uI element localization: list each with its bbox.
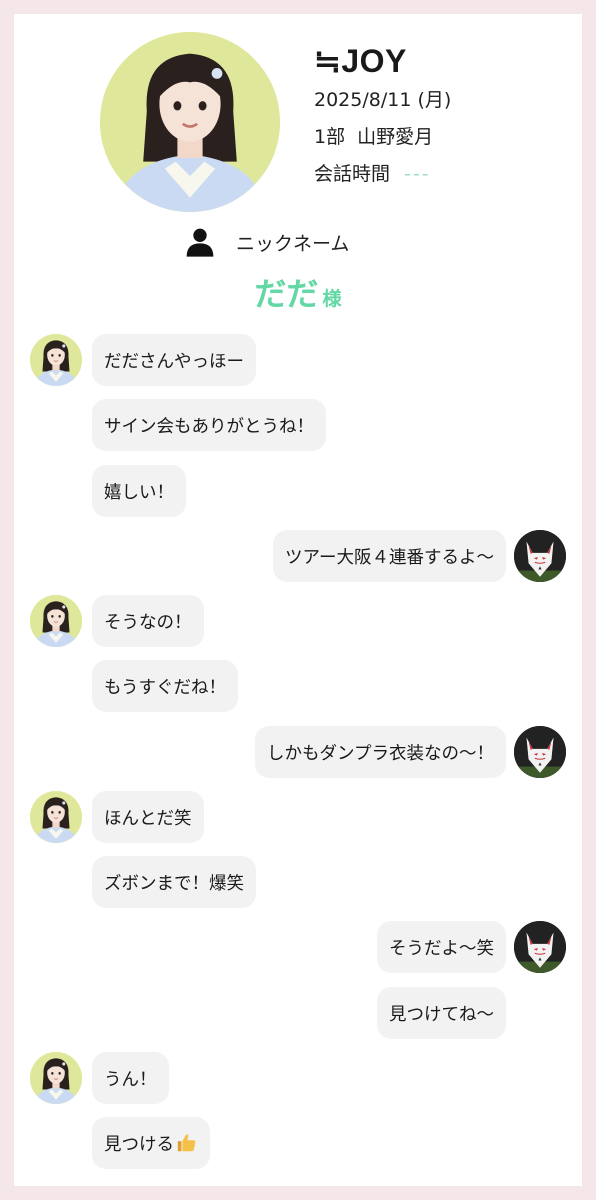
message-text: そうなの！ [104,612,192,633]
message-text: ほんとだ笑 [104,808,192,829]
message-bubble: うん！ [92,1052,169,1104]
user-avatar [514,921,566,973]
message-text: 嬉しい！ [104,482,174,503]
message-text: 見つけてね〜 [389,1004,494,1025]
message-bubble: ズボンまで！爆笑 [92,856,256,908]
message-bubble: 見つけてね〜 [377,987,506,1039]
talk-time: 会話時間 --- [314,156,451,193]
person-icon [186,228,214,257]
message-bubble: だださんやっほー [92,334,256,386]
message-bubble: ツアー大阪４連番するよ〜 [273,530,506,582]
nickname-value: だだ [254,275,319,313]
event-date: 2025/8/11 (月) [314,89,452,111]
nickname-label: ニックネーム [236,232,350,255]
message-bubble: 嬉しい！ [92,465,186,517]
nickname-suffix: 様 [322,288,342,310]
thumbs-up-icon [177,1134,196,1152]
idol-avatar [30,595,82,647]
profile-avatar [100,32,280,212]
message-text: サイン会もありがとうね！ [104,416,314,437]
user-avatar [514,530,566,582]
chat-card: ≒JOY 2025/8/11 (月) 1部 山野愛月 会話時間 --- ニックネー… [14,14,582,1186]
message-text: ズボンまで！爆笑 [104,873,244,894]
idol-avatar [30,791,82,843]
talk-time-value: --- [404,163,431,185]
profile-info: ≒JOY 2025/8/11 (月) 1部 山野愛月 会話時間 --- [314,40,451,193]
idol-avatar [30,334,82,386]
message-bubble: そうだよ〜笑 [377,921,506,973]
group-name: ≒JOY [314,43,407,79]
message-bubble: サイン会もありがとうね！ [92,399,326,451]
message-text: だださんやっほー [104,351,244,372]
talk-time-label: 会話時間 [314,163,391,185]
nickname: だだ様 [14,269,582,315]
message-text: 見つける [104,1134,174,1155]
message-bubble: もうすぐだね！ [92,660,238,712]
session-member: 1部 山野愛月 [314,126,434,148]
message-bubble: しかもダンプラ衣装なの〜！ [255,726,506,778]
message-text: しかもダンプラ衣装なの〜！ [267,743,494,764]
message-bubble: そうなの！ [92,595,204,647]
idol-avatar [30,1052,82,1104]
message-text: もうすぐだね！ [104,677,226,698]
nickname-row: ニックネーム [184,226,349,258]
message-text: ツアー大阪４連番するよ〜 [285,547,494,568]
message-text: うん！ [104,1069,157,1090]
user-avatar [514,726,566,778]
message-text: そうだよ〜笑 [389,938,494,959]
message-bubble: ほんとだ笑 [92,791,204,843]
message-bubble: 見つける [92,1117,210,1169]
